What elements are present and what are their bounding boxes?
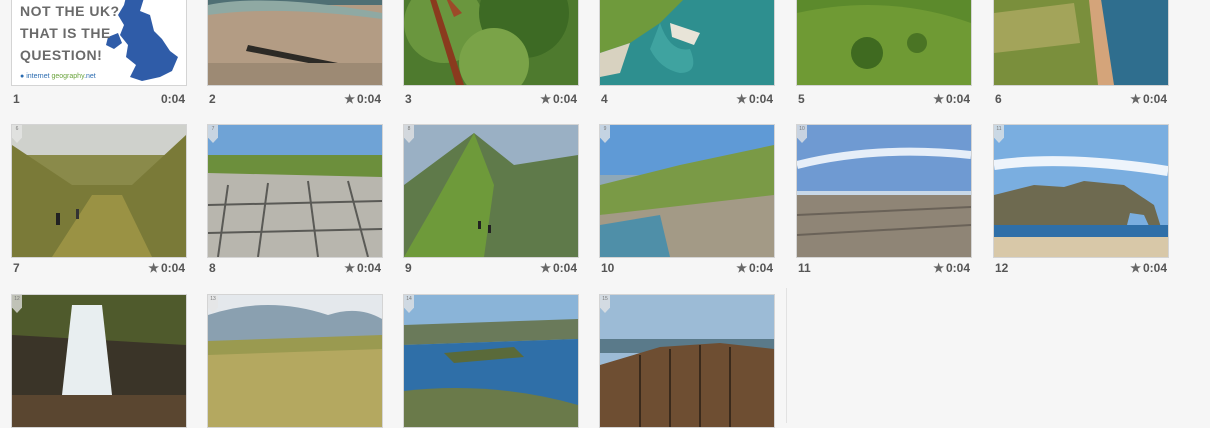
mountain-ridge-hikers-photo (404, 125, 578, 257)
star-icon: ★ (736, 92, 747, 106)
slide-number: 5 (798, 92, 805, 106)
slide-thumbnail[interactable] (207, 0, 383, 86)
beach-groyne-photo (208, 0, 382, 85)
slide-number: 8 (209, 261, 216, 275)
mountain-valley-hikers-photo (12, 125, 186, 257)
cover-line-3: QUESTION! (20, 47, 103, 63)
slide-duration: ★ 0:04 (933, 92, 970, 106)
internet-geography-logo: ● internet geography.net (20, 73, 96, 80)
slide-thumbnail[interactable] (993, 0, 1169, 86)
forest-canopy-photo (404, 0, 578, 85)
slide-duration: ★ 0:04 (148, 261, 185, 275)
rock-arch-beach-photo (994, 125, 1168, 257)
slide-thumbnail[interactable]: 9 (599, 124, 775, 258)
slide-thumbnail[interactable]: 14 (403, 294, 579, 428)
slide-grid: NOT THE UK? THAT IS THE QUESTION! ● inte… (0, 0, 1210, 428)
coastal-cliffs-aerial-photo (600, 0, 774, 85)
slide-thumbnail[interactable]: NOT THE UK? THAT IS THE QUESTION! ● inte… (11, 0, 187, 86)
slide-number: 10 (601, 261, 615, 275)
star-icon: ★ (540, 92, 551, 106)
basalt-columns-photo (600, 295, 774, 427)
star-icon: ★ (1130, 261, 1141, 275)
cover-line-2: THAT IS THE (20, 25, 111, 41)
slide-duration: ★ 0:04 (933, 261, 970, 275)
slide-number: 6 (995, 92, 1002, 106)
grid-divider (786, 288, 787, 423)
slide-duration: ★ 0:04 (344, 92, 381, 106)
slide-number: 4 (601, 92, 608, 106)
lake-islands-photo (404, 295, 578, 427)
limestone-pavement-photo (208, 125, 382, 257)
star-icon: ★ (344, 261, 355, 275)
slide-number: 12 (995, 261, 1009, 275)
slide-thumbnail[interactable]: 8 (403, 124, 579, 258)
slide-thumbnail[interactable]: 15 (599, 294, 775, 428)
star-icon: ★ (344, 92, 355, 106)
slide-duration: ★ 0:04 (344, 261, 381, 275)
slide-duration: ★ 0:04 (1130, 261, 1167, 275)
cover-line-1: NOT THE UK? (20, 3, 120, 19)
star-icon: ★ (148, 261, 159, 275)
slide-thumbnail[interactable]: 13 (207, 294, 383, 428)
beach-sky-photo (797, 125, 971, 257)
slide-duration: ★ 0:04 (736, 92, 773, 106)
slide-duration: 0:04 (160, 92, 185, 106)
coastline-beach-aerial-photo (994, 0, 1168, 85)
star-icon: ★ (1130, 92, 1141, 106)
slide-duration: ★ 0:04 (540, 261, 577, 275)
slide-thumbnail[interactable]: 10 (796, 124, 972, 258)
slide-number: 9 (405, 261, 412, 275)
slide-duration: ★ 0:04 (736, 261, 773, 275)
slide-thumbnail[interactable]: 11 (993, 124, 1169, 258)
slide-thumbnail[interactable] (796, 0, 972, 86)
slide-number: 11 (798, 261, 811, 275)
star-icon: ★ (540, 261, 551, 275)
star-icon: ★ (933, 92, 944, 106)
slide-number: 3 (405, 92, 412, 106)
slide-thumbnail[interactable] (599, 0, 775, 86)
slide-number: 7 (13, 261, 20, 275)
star-icon: ★ (736, 261, 747, 275)
slide-number: 2 (209, 92, 216, 106)
green-hills-photo (797, 0, 971, 85)
slide-thumbnail[interactable]: 7 (207, 124, 383, 258)
slide-thumbnail[interactable]: 12 (11, 294, 187, 428)
slide-thumbnail[interactable]: 6 (11, 124, 187, 258)
star-icon: ★ (933, 261, 944, 275)
rocky-shore-strata-photo (600, 125, 774, 257)
slide-duration: ★ 0:04 (540, 92, 577, 106)
slide-thumbnail[interactable] (403, 0, 579, 86)
slide-duration: ★ 0:04 (1130, 92, 1167, 106)
slide-number: 1 (13, 92, 20, 106)
moorland-grass-photo (208, 295, 382, 427)
waterfall-photo (12, 295, 186, 427)
